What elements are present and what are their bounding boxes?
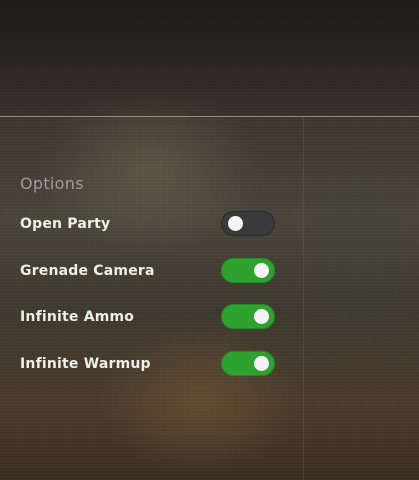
infinite-warmup-toggle[interactable] bbox=[221, 350, 275, 376]
toggle-knob bbox=[228, 216, 243, 231]
option-row-grenade-camera: Grenade Camera bbox=[20, 257, 280, 284]
option-label: Grenade Camera bbox=[20, 262, 155, 279]
options-panel: Options Open Party Grenade Camera Infini… bbox=[20, 172, 280, 397]
header-divider bbox=[0, 116, 419, 117]
infinite-ammo-toggle[interactable] bbox=[221, 304, 275, 329]
toggle-knob bbox=[254, 309, 269, 324]
open-party-toggle[interactable] bbox=[221, 211, 275, 236]
option-row-infinite-ammo: Infinite Ammo bbox=[20, 304, 280, 330]
toggle-knob bbox=[254, 262, 269, 278]
toggle-knob bbox=[254, 355, 269, 371]
option-row-open-party: Open Party bbox=[20, 211, 280, 237]
column-divider bbox=[303, 117, 304, 480]
grenade-camera-toggle[interactable] bbox=[221, 257, 275, 283]
option-label: Open Party bbox=[20, 216, 111, 232]
options-heading: Options bbox=[20, 174, 84, 193]
option-row-infinite-warmup: Infinite Warmup bbox=[20, 350, 280, 377]
option-label: Infinite Warmup bbox=[20, 355, 151, 372]
option-label: Infinite Ammo bbox=[20, 309, 135, 325]
header-area bbox=[0, 0, 419, 116]
